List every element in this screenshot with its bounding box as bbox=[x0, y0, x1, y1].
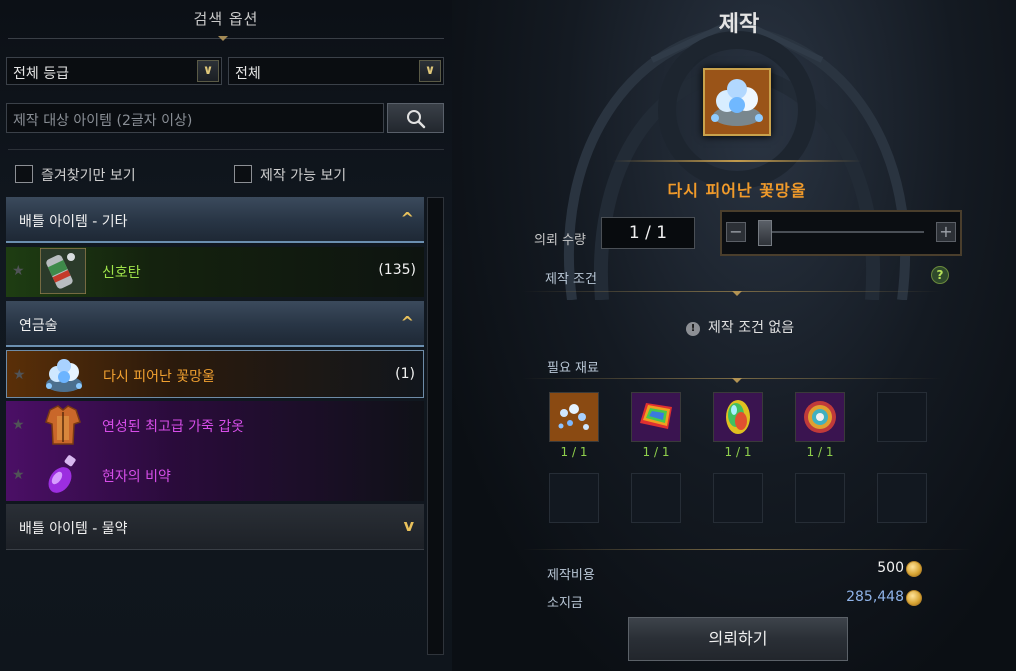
item-count: (135) bbox=[378, 262, 416, 278]
material-slot[interactable] bbox=[795, 392, 845, 442]
minus-button[interactable]: − bbox=[726, 222, 746, 242]
list-item-selected[interactable]: ★ 다시 피어난 꽃망울 (1) bbox=[6, 350, 424, 398]
favorite-star-icon[interactable]: ★ bbox=[12, 417, 25, 433]
no-condition-label: 제작 조건 없음 bbox=[708, 320, 795, 336]
chevron-down-icon[interactable]: ∨ bbox=[419, 60, 441, 82]
signal-flare-icon bbox=[40, 248, 86, 294]
material-count: 1 / 1 bbox=[560, 445, 588, 459]
material-slot-empty bbox=[877, 473, 927, 523]
craft-item-name: 다시 피어난 꽃망울 bbox=[667, 181, 807, 200]
blue-crystal-shards-icon bbox=[550, 393, 598, 441]
chevron-down-icon: v bbox=[403, 516, 414, 535]
category-label: 연금술 bbox=[19, 318, 58, 334]
rainbow-orb-icon bbox=[796, 393, 844, 441]
slider-track[interactable] bbox=[758, 231, 924, 233]
blue-flower-icon bbox=[46, 359, 82, 392]
craft-item-slot bbox=[703, 68, 771, 136]
search-panel: 검색 옵션 전체 등급 ∨ 전체 ∨ 제작 대상 아이템 (2글자 이상) 즐겨… bbox=[0, 0, 452, 671]
help-icon[interactable]: ? bbox=[931, 266, 949, 284]
material-slot[interactable] bbox=[631, 392, 681, 442]
chevron-up-icon: ^ bbox=[400, 209, 414, 228]
list-item[interactable]: ★ 신호탄 (135) bbox=[6, 247, 424, 297]
title-caret-icon bbox=[218, 36, 228, 41]
material-count: 1 / 1 bbox=[724, 445, 752, 459]
craft-panel: 제작 다시 피어난 꽃망울 의뢰 수량 1 / 1 − + 제작 조건 ? ! … bbox=[452, 0, 1016, 671]
divider bbox=[8, 149, 444, 150]
quantity-input[interactable]: 1 / 1 bbox=[601, 217, 695, 249]
request-craft-button[interactable]: 의뢰하기 bbox=[628, 617, 848, 661]
search-input[interactable]: 제작 대상 아이템 (2글자 이상) bbox=[6, 103, 384, 133]
checkbox-box[interactable] bbox=[234, 165, 252, 183]
material-slot[interactable] bbox=[713, 392, 763, 442]
crafting-window: 검색 옵션 전체 등급 ∨ 전체 ∨ 제작 대상 아이템 (2글자 이상) 즐겨… bbox=[0, 0, 1016, 671]
favorite-star-icon[interactable]: ★ bbox=[12, 263, 25, 279]
quantity-slider[interactable]: − + bbox=[720, 210, 962, 256]
rainbow-fabric-icon bbox=[632, 393, 680, 441]
chevron-up-icon: ^ bbox=[400, 313, 414, 332]
scrollbar[interactable] bbox=[427, 197, 444, 655]
item-count: (1) bbox=[395, 366, 415, 382]
category-label: 배틀 아이템 - 물약 bbox=[19, 521, 128, 537]
material-slot[interactable] bbox=[549, 392, 599, 442]
search-icon bbox=[407, 110, 426, 129]
item-name: 신호탄 bbox=[102, 265, 141, 281]
type-dropdown[interactable]: 전체 ∨ bbox=[228, 57, 444, 85]
material-slot-empty bbox=[549, 473, 599, 523]
item-name: 현자의 비약 bbox=[102, 469, 171, 485]
condition-label: 제작 조건 bbox=[545, 272, 597, 287]
cost-value: 500 bbox=[877, 560, 904, 576]
craftable-only-checkbox[interactable]: 제작 가능 보기 bbox=[234, 164, 424, 184]
list-item[interactable]: ★ 현자의 비약 bbox=[6, 451, 424, 501]
type-dropdown-value: 전체 bbox=[235, 66, 261, 82]
material-count: 1 / 1 bbox=[806, 445, 834, 459]
cost-label: 제작비용 bbox=[547, 568, 595, 583]
caret-icon bbox=[732, 291, 742, 296]
quantity-label: 의뢰 수량 bbox=[534, 233, 586, 248]
material-slot-empty bbox=[713, 473, 763, 523]
category-header[interactable]: 연금술 ^ bbox=[6, 301, 424, 347]
caret-icon bbox=[732, 378, 742, 383]
materials-label: 필요 재료 bbox=[547, 361, 599, 376]
slider-thumb[interactable] bbox=[758, 220, 772, 246]
material-slot-empty bbox=[877, 392, 927, 442]
list-item[interactable]: ★ 연성된 최고급 가죽 갑옷 bbox=[6, 401, 424, 451]
favorites-only-checkbox[interactable]: 즐겨찾기만 보기 bbox=[15, 164, 205, 184]
craft-title: 제작 bbox=[718, 12, 760, 37]
favorite-star-icon[interactable]: ★ bbox=[13, 367, 26, 383]
info-icon: ! bbox=[686, 322, 700, 336]
recipe-list: 배틀 아이템 - 기타 ^ ★ 신호탄 (135) 연금술 ^ ★ 다시 피어난… bbox=[6, 197, 424, 657]
chevron-down-icon[interactable]: ∨ bbox=[197, 60, 219, 82]
material-slot-empty bbox=[631, 473, 681, 523]
rainbow-gem-icon bbox=[714, 393, 762, 441]
purple-potion-icon bbox=[48, 455, 76, 493]
item-name: 다시 피어난 꽃망울 bbox=[103, 369, 215, 385]
leather-armor-icon bbox=[45, 405, 81, 445]
grade-dropdown[interactable]: 전체 등급 ∨ bbox=[6, 57, 222, 85]
divider bbox=[522, 549, 972, 550]
no-condition-text: ! 제작 조건 없음 bbox=[686, 317, 794, 337]
search-placeholder: 제작 대상 아이템 (2글자 이상) bbox=[13, 113, 193, 129]
search-button[interactable] bbox=[387, 103, 444, 133]
gold-coin-icon bbox=[906, 561, 922, 577]
plus-button[interactable]: + bbox=[936, 222, 956, 242]
item-name: 연성된 최고급 가죽 갑옷 bbox=[102, 419, 245, 435]
category-header[interactable]: 배틀 아이템 - 기타 ^ bbox=[6, 197, 424, 243]
material-slot-empty bbox=[795, 473, 845, 523]
favorite-star-icon[interactable]: ★ bbox=[12, 467, 25, 483]
category-header[interactable]: 배틀 아이템 - 물약 v bbox=[6, 504, 424, 550]
favorites-only-label: 즐겨찾기만 보기 bbox=[41, 168, 136, 184]
title-divider bbox=[612, 160, 862, 162]
blue-flower-icon bbox=[705, 70, 769, 134]
craftable-only-label: 제작 가능 보기 bbox=[260, 168, 347, 184]
gold-coin-icon bbox=[906, 590, 922, 606]
material-count: 1 / 1 bbox=[642, 445, 670, 459]
checkbox-box[interactable] bbox=[15, 165, 33, 183]
grade-dropdown-value: 전체 등급 bbox=[13, 66, 69, 82]
owned-label: 소지금 bbox=[547, 596, 583, 611]
owned-value: 285,448 bbox=[846, 589, 904, 605]
category-label: 배틀 아이템 - 기타 bbox=[19, 214, 128, 230]
search-panel-title: 검색 옵션 bbox=[193, 10, 259, 28]
